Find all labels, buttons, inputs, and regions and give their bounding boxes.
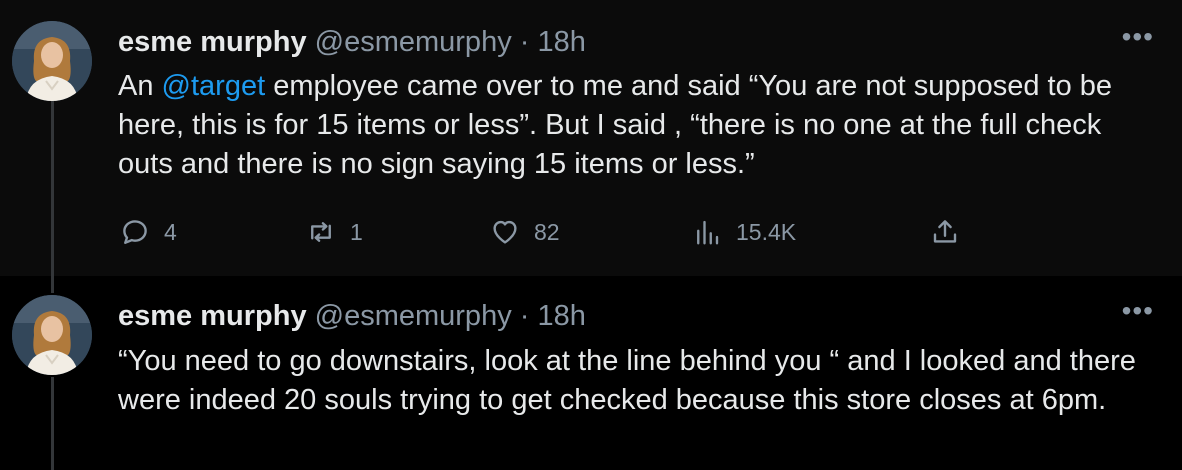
- author-handle[interactable]: @esmemurphy: [315, 300, 512, 332]
- analytics-icon: [697, 220, 719, 245]
- thread-line: [51, 377, 54, 470]
- retweet-count: 1: [350, 218, 363, 245]
- tweet[interactable]: esme murphy @esmemurphy · 18h ••• An @ta…: [0, 0, 1182, 276]
- timestamp[interactable]: 18h: [538, 300, 586, 332]
- more-horizontal-icon[interactable]: •••: [1122, 296, 1154, 326]
- mention-link[interactable]: @target: [162, 70, 266, 102]
- more-horizontal-icon[interactable]: •••: [1122, 22, 1154, 52]
- reply-button[interactable]: 4: [120, 214, 177, 250]
- heart-icon: [493, 220, 517, 244]
- like-button[interactable]: 82: [490, 214, 560, 250]
- share-button[interactable]: [930, 214, 960, 250]
- retweet-button[interactable]: 1: [306, 214, 363, 250]
- separator: ·: [519, 26, 530, 58]
- views-count: 15.4K: [736, 218, 797, 245]
- reply-icon: [123, 220, 147, 244]
- tweet-text: An @target employee came over to me and …: [118, 67, 1158, 184]
- share-icon: [933, 220, 957, 243]
- avatar[interactable]: [12, 21, 92, 101]
- like-count: 82: [534, 218, 560, 245]
- action-bar: 4 1 82 15.4K: [0, 214, 1182, 250]
- views-button[interactable]: 15.4K: [692, 214, 796, 250]
- avatar[interactable]: [12, 295, 92, 375]
- tweet-text-start: An: [118, 70, 162, 102]
- thread-line: [51, 276, 54, 293]
- tweet[interactable]: esme murphy @esmemurphy · 18h ••• “You n…: [0, 276, 1182, 470]
- tweet-text-rest: employee came over to me and said “You a…: [118, 70, 1113, 180]
- tweet-header: esme murphy @esmemurphy · 18h: [118, 298, 586, 334]
- tweet-text: “You need to go downstairs, look at the …: [118, 345, 1136, 416]
- separator: ·: [519, 300, 530, 332]
- timestamp[interactable]: 18h: [538, 26, 586, 58]
- author-name[interactable]: esme murphy: [118, 300, 307, 332]
- tweet-header: esme murphy @esmemurphy · 18h: [118, 24, 586, 60]
- retweet-icon: [311, 222, 331, 242]
- author-name[interactable]: esme murphy: [118, 26, 307, 58]
- author-handle[interactable]: @esmemurphy: [315, 26, 512, 58]
- reply-count: 4: [164, 218, 177, 245]
